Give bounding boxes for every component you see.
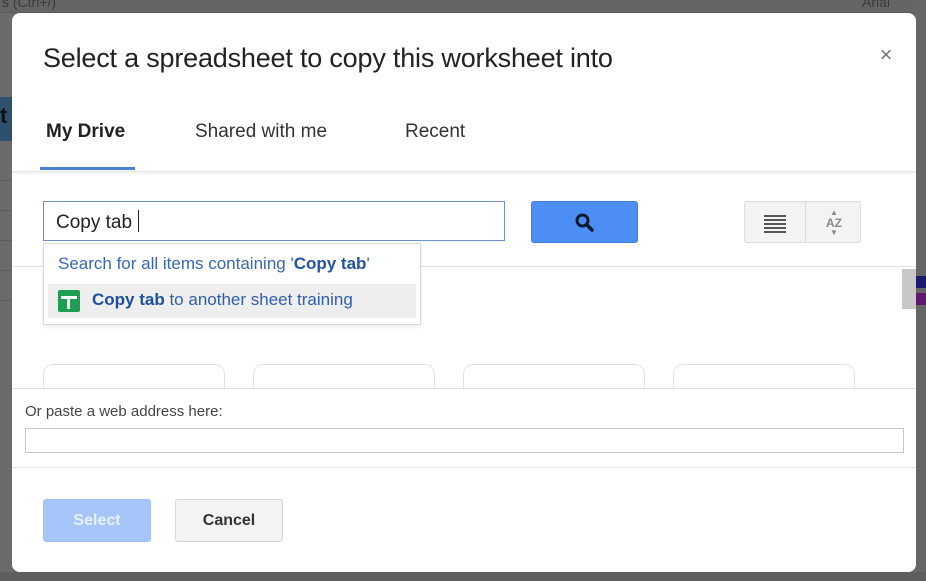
tab-my-drive[interactable]: My Drive: [46, 121, 125, 143]
background-row-line: [0, 180, 12, 181]
suggestion-rest: to another sheet training: [164, 290, 353, 309]
copy-to-dialog: Select a spreadsheet to copy this worksh…: [12, 13, 916, 572]
suggestion-item[interactable]: Copy tab to another sheet training: [48, 284, 416, 318]
active-tab-indicator: [40, 167, 135, 170]
suggestion-item-label: Copy tab to another sheet training: [92, 290, 353, 310]
search-all-suggestion[interactable]: Search for all items containing 'Copy ta…: [58, 254, 370, 274]
paste-url-label: Or paste a web address here:: [25, 403, 223, 420]
search-input[interactable]: Copy tab: [43, 201, 505, 241]
search-button[interactable]: [531, 201, 638, 243]
background-row-line: [0, 300, 12, 301]
list-view-icon: [764, 215, 786, 235]
close-icon[interactable]: ×: [876, 43, 896, 67]
tab-bar: My Drive Shared with me Recent: [12, 103, 916, 172]
background-font-name: Arial: [862, 0, 891, 10]
sort-button[interactable]: ▲ AZ ▼: [805, 201, 861, 243]
google-sheets-icon: [58, 290, 80, 312]
background-selected-cell: t: [0, 97, 12, 141]
background-right-edge: [916, 0, 926, 581]
background-toolbar-text: s (Ctrl+/): [2, 0, 57, 10]
paste-url-panel: Or paste a web address here:: [12, 388, 916, 572]
dialog-title: Select a spreadsheet to copy this worksh…: [43, 43, 613, 73]
sort-az-icon: ▲ AZ ▼: [822, 208, 846, 238]
paste-url-input[interactable]: [25, 428, 904, 453]
search-all-suffix: ': [366, 254, 370, 273]
search-suggestions: Search for all items containing 'Copy ta…: [43, 243, 421, 325]
search-all-term: Copy tab: [293, 254, 367, 273]
background-colored-cell: [916, 276, 926, 288]
background-cell-text: t: [0, 103, 8, 128]
text-caret: [138, 210, 140, 232]
search-icon: [575, 213, 594, 232]
background-row-line: [0, 240, 12, 241]
footer-divider: [12, 467, 916, 468]
background-colored-cell: [916, 293, 926, 305]
sort-label: AZ: [826, 216, 842, 230]
cancel-button[interactable]: Cancel: [175, 499, 283, 542]
background-row-line: [0, 210, 12, 211]
list-view-button[interactable]: [744, 201, 806, 243]
scrollbar-thumb[interactable]: [902, 269, 916, 309]
search-input-value: Copy tab: [56, 212, 133, 233]
background-toolbar: s (Ctrl+/) Arial: [0, 0, 926, 13]
suggestion-match: Copy tab: [92, 290, 165, 309]
tab-shared-with-me[interactable]: Shared with me: [195, 121, 327, 143]
select-button[interactable]: Select: [43, 499, 151, 542]
background-bottom-edge: [0, 572, 926, 581]
background-row-line: [0, 270, 12, 271]
tab-recent[interactable]: Recent: [405, 121, 465, 143]
search-all-prefix: Search for all items containing ': [58, 254, 294, 273]
